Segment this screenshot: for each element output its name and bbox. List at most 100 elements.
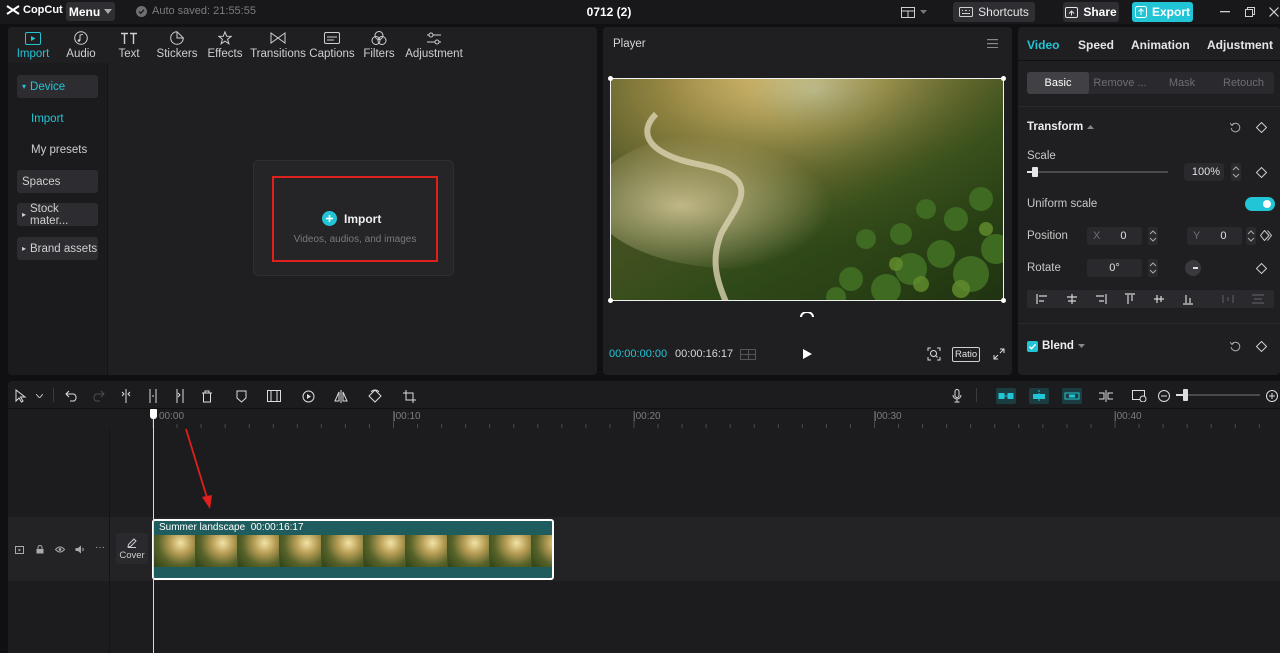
sidebar-item-spaces[interactable]: Spaces: [17, 170, 98, 193]
resize-handle[interactable]: [608, 76, 613, 81]
preview-axis-button[interactable]: [1098, 388, 1114, 404]
tab-adjustment[interactable]: Adjustment: [1207, 38, 1273, 52]
resize-handle[interactable]: [1001, 298, 1006, 303]
tab-stickers[interactable]: Stickers: [152, 27, 202, 63]
reverse-button[interactable]: [300, 388, 316, 404]
uniform-scale-toggle[interactable]: [1245, 197, 1275, 211]
resize-handle[interactable]: [608, 298, 613, 303]
blend-section-header[interactable]: Blend: [1027, 340, 1085, 352]
scale-stepper[interactable]: [1231, 163, 1241, 181]
sidebar-item-import[interactable]: Import: [17, 107, 98, 130]
share-button[interactable]: Share: [1063, 2, 1119, 22]
scale-slider-track[interactable]: [1027, 167, 1168, 177]
crop-button[interactable]: [401, 388, 417, 404]
select-tool-button[interactable]: [13, 388, 29, 404]
video-clip[interactable]: Summer landscape 00:00:16:17: [152, 519, 554, 580]
tab-transitions[interactable]: Transitions: [248, 27, 308, 63]
play-icon[interactable]: [803, 349, 812, 359]
ruler-tick-label: |00:20: [633, 411, 661, 422]
ratio-button[interactable]: Ratio: [952, 347, 981, 362]
playhead-handle[interactable]: [150, 409, 157, 419]
lock-icon[interactable]: [36, 545, 44, 554]
rotate-input[interactable]: 0°: [1087, 259, 1142, 277]
tab-text[interactable]: Text: [106, 27, 152, 63]
chevron-down-icon[interactable]: [36, 394, 43, 398]
shortcuts-button[interactable]: Shortcuts: [953, 2, 1035, 22]
rotate-dial[interactable]: [1185, 260, 1201, 276]
auto-snap-button[interactable]: [1029, 388, 1049, 404]
resize-handle[interactable]: [1001, 76, 1006, 81]
linkage-button[interactable]: [1062, 388, 1082, 404]
mirror-button[interactable]: [333, 388, 349, 404]
cover-button[interactable]: Cover: [116, 533, 148, 564]
playhead[interactable]: [153, 411, 154, 653]
thumbnail-toggle-button[interactable]: [1131, 388, 1147, 404]
marker-button[interactable]: [233, 388, 249, 404]
import-button[interactable]: Import: [322, 211, 381, 226]
layout-button[interactable]: [898, 2, 930, 22]
speaker-icon[interactable]: [75, 545, 85, 554]
keyframe-icon[interactable]: [1256, 263, 1267, 274]
sub-tab-remove[interactable]: Remove ...: [1089, 72, 1151, 94]
eye-icon[interactable]: [55, 546, 65, 553]
sidebar-item-my-presets[interactable]: My presets: [17, 138, 98, 161]
position-y-input[interactable]: Y 0: [1187, 227, 1242, 245]
sub-tab-retouch[interactable]: Retouch: [1213, 72, 1274, 94]
fullscreen-icon[interactable]: [993, 348, 1005, 360]
position-x-stepper[interactable]: [1148, 227, 1158, 245]
freeze-button[interactable]: [266, 388, 282, 404]
split-button[interactable]: [118, 388, 134, 404]
keyframe-double-icon[interactable]: [1260, 230, 1272, 241]
track-video-icon[interactable]: [15, 546, 24, 554]
checkbox-checked-icon[interactable]: [1027, 340, 1038, 352]
zoom-in-button[interactable]: [1264, 388, 1280, 404]
sidebar-item-stock[interactable]: ▸ Stock mater...: [17, 203, 98, 227]
keyframe-icon[interactable]: [1256, 167, 1267, 178]
rotate-button[interactable]: [367, 388, 383, 404]
sidebar-item-brand[interactable]: ▸ Brand assets: [17, 237, 98, 260]
zoom-fit-icon[interactable]: [927, 347, 941, 361]
sub-tab-basic[interactable]: Basic: [1027, 72, 1089, 94]
zoom-slider[interactable]: [1176, 389, 1260, 401]
tab-adjustment[interactable]: Adjustment: [402, 27, 466, 63]
rotate-handle-icon[interactable]: [800, 312, 814, 318]
redo-button[interactable]: [90, 388, 106, 404]
tab-video[interactable]: Video: [1027, 38, 1059, 52]
record-audio-button[interactable]: [949, 388, 965, 404]
video-preview[interactable]: [610, 78, 1004, 301]
tab-filters[interactable]: Filters: [356, 27, 402, 63]
zoom-out-button[interactable]: [1156, 388, 1172, 404]
position-x-input[interactable]: X 0: [1087, 227, 1142, 245]
position-y-stepper[interactable]: [1246, 227, 1256, 245]
sidebar-item-device[interactable]: ▾ Device: [17, 75, 98, 98]
tab-audio[interactable]: Audio: [56, 27, 106, 63]
scale-input[interactable]: 100%: [1184, 163, 1224, 181]
reset-icon[interactable]: [1230, 122, 1241, 133]
tab-label: Effects: [207, 48, 243, 60]
tab-effects[interactable]: Effects: [202, 27, 248, 63]
delete-button[interactable]: [199, 388, 215, 404]
track-more-icon[interactable]: ···: [95, 542, 105, 553]
tab-import[interactable]: Import: [10, 27, 56, 63]
zoom-slider-thumb[interactable]: [1183, 389, 1188, 401]
export-button[interactable]: Export: [1132, 2, 1193, 22]
restore-icon[interactable]: [1245, 7, 1255, 17]
reset-icon[interactable]: [1230, 341, 1241, 352]
sub-tab-mask[interactable]: Mask: [1151, 72, 1213, 94]
timecode-list-icon[interactable]: [740, 349, 756, 360]
main-track-magnet-button[interactable]: [996, 388, 1016, 404]
split-right-button[interactable]: [172, 388, 188, 404]
hamburger-icon[interactable]: [987, 39, 998, 48]
tab-captions[interactable]: Captions: [308, 27, 356, 63]
keyframe-icon[interactable]: [1256, 122, 1267, 133]
undo-button[interactable]: [64, 388, 80, 404]
keyframe-icon[interactable]: [1256, 341, 1267, 352]
minimize-icon[interactable]: [1220, 11, 1230, 13]
close-icon[interactable]: [1269, 7, 1279, 17]
tab-speed[interactable]: Speed: [1078, 38, 1114, 52]
transform-section-header[interactable]: Transform: [1027, 121, 1095, 133]
rotate-stepper[interactable]: [1148, 259, 1158, 277]
split-left-button[interactable]: [145, 388, 161, 404]
tab-animation[interactable]: Animation: [1131, 38, 1190, 52]
scale-slider-thumb[interactable]: [1032, 167, 1039, 177]
